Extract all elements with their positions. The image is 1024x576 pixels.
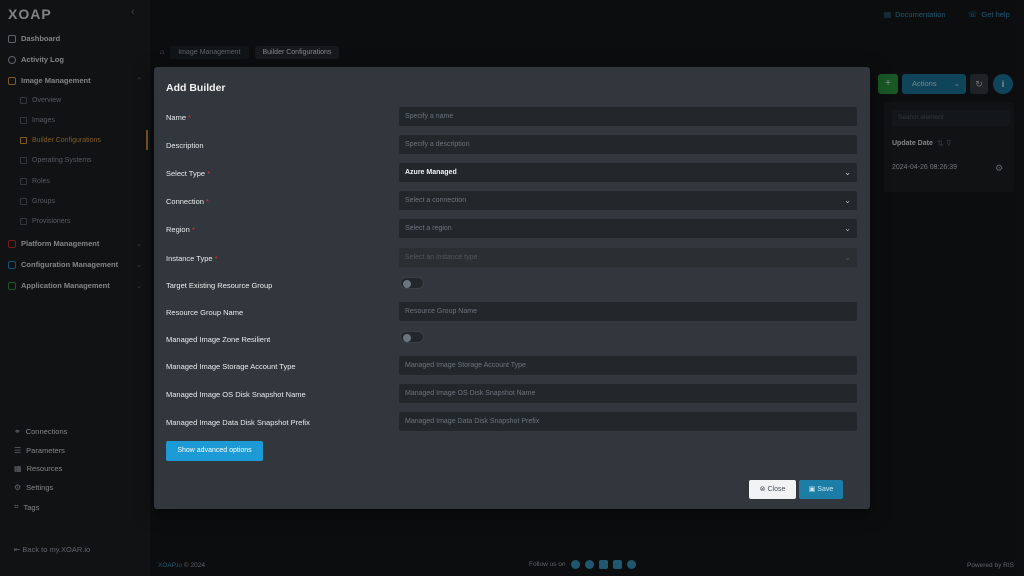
name-label: Name * [166, 113, 191, 122]
target-existing-rg-toggle[interactable] [400, 277, 424, 289]
required-marker: * [188, 113, 192, 122]
field-label: Name [166, 113, 187, 122]
field-label: Description [166, 141, 204, 150]
close-button[interactable]: ⊗ Close [749, 480, 796, 499]
required-marker: * [206, 197, 209, 206]
description-input[interactable]: Specify a description [399, 135, 857, 154]
name-input[interactable]: Specify a name [399, 107, 857, 126]
resource-group-name-input[interactable]: Resource Group Name [399, 302, 857, 321]
required-marker: * [214, 254, 218, 263]
selected-value: Azure Managed [405, 169, 457, 176]
required-marker: * [191, 225, 195, 234]
os-disk-snapshot-input[interactable]: Managed Image OS Disk Snapshot Name [399, 384, 857, 403]
add-builder-modal: Add Builder Name * Specify a name Descri… [154, 67, 870, 509]
field-label: Region [166, 225, 190, 234]
os-disk-snapshot-label: Managed Image OS Disk Snapshot Name [166, 390, 306, 399]
save-label: Save [817, 486, 834, 493]
storage-account-type-label: Managed Image Storage Account Type [166, 362, 296, 371]
connection-label: Connection * [166, 197, 209, 206]
zone-resilient-toggle[interactable] [400, 331, 424, 343]
select-type-label: Select Type * [166, 169, 210, 178]
required-marker: * [207, 169, 211, 178]
chevron-down-icon: ⌄ [844, 168, 851, 177]
field-label: Select Type [166, 169, 206, 178]
zone-resilient-label: Managed Image Zone Resilient [166, 335, 271, 344]
resource-group-name-label: Resource Group Name [166, 308, 244, 317]
close-icon: ⊗ [759, 486, 766, 493]
chevron-down-icon: ⌄ [844, 253, 851, 262]
field-label: Instance Type [166, 254, 213, 263]
region-label: Region * [166, 225, 195, 234]
field-label: Connection [166, 197, 204, 206]
chevron-down-icon: ⌄ [844, 224, 851, 233]
dropdown-placeholder: Select a connection [405, 197, 467, 204]
dropdown-placeholder: Select an instance type [405, 254, 478, 261]
select-type-dropdown[interactable]: Azure Managed ⌄ [399, 163, 857, 182]
chevron-down-icon: ⌄ [844, 196, 851, 205]
data-disk-snapshot-label: Managed Image Data Disk Snapshot Prefix [166, 418, 310, 427]
instance-type-dropdown[interactable]: Select an instance type ⌄ [399, 248, 857, 267]
show-advanced-options-button[interactable]: Show advanced options [166, 441, 263, 461]
toggle-knob [403, 333, 411, 342]
storage-account-type-input[interactable]: Managed Image Storage Account Type [399, 356, 857, 375]
dropdown-placeholder: Select a region [405, 225, 452, 232]
connection-dropdown[interactable]: Select a connection ⌄ [399, 191, 857, 210]
save-icon: ▣ [808, 486, 816, 493]
description-label: Description [166, 141, 204, 150]
instance-type-label: Instance Type * [166, 254, 218, 263]
save-button[interactable]: ▣ Save [799, 480, 843, 499]
close-label: Close [767, 486, 786, 493]
data-disk-snapshot-input[interactable]: Managed Image Data Disk Snapshot Prefix [399, 412, 857, 431]
modal-title: Add Builder [166, 82, 226, 94]
target-existing-rg-label: Target Existing Resource Group [166, 281, 273, 290]
toggle-knob [403, 279, 411, 288]
region-dropdown[interactable]: Select a region ⌄ [399, 219, 857, 238]
